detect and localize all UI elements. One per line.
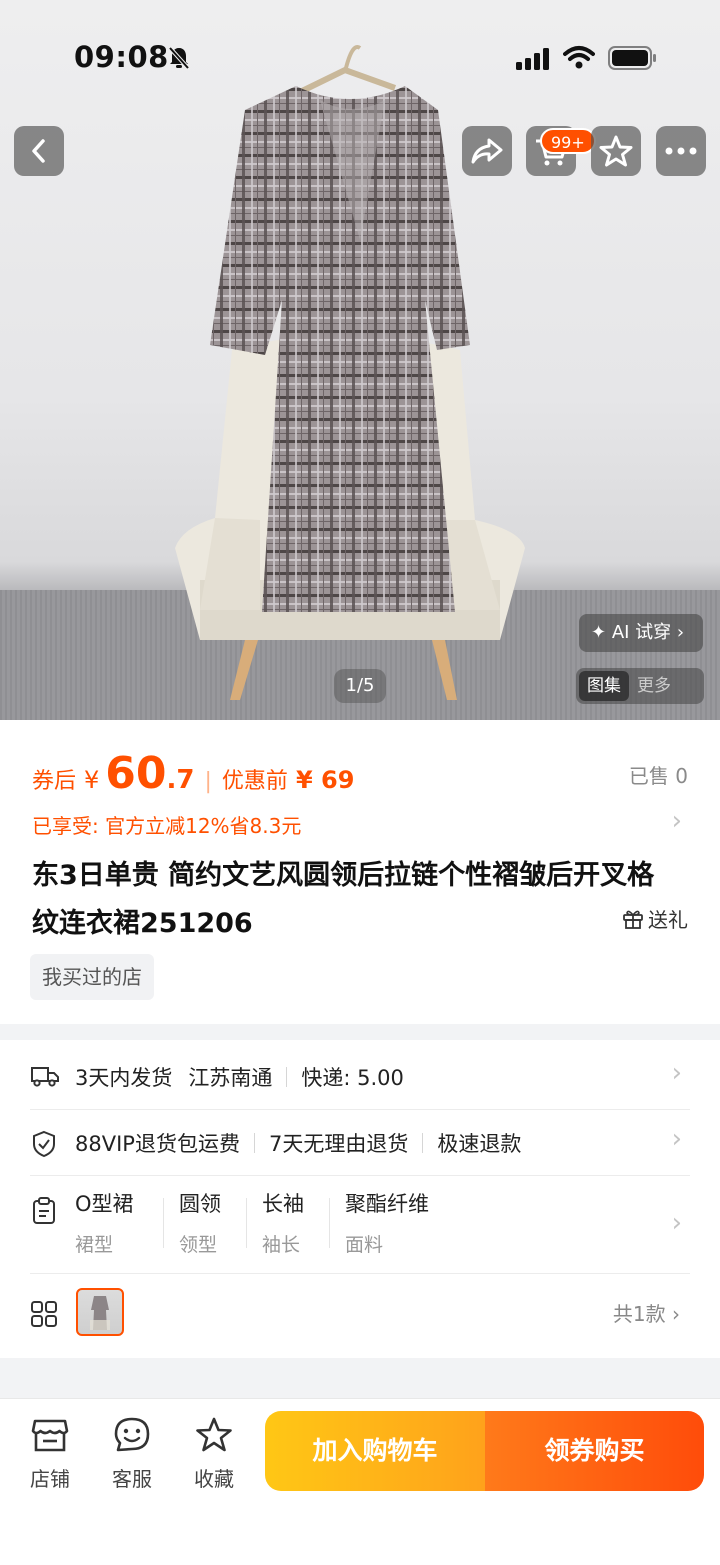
divider [163, 1198, 164, 1248]
sparkle-icon: ✦ [591, 622, 607, 643]
service-refund: 极速退款 [437, 1132, 522, 1156]
bell-muted-icon [168, 46, 190, 70]
gallery-tabs[interactable]: 图集 更多 [576, 668, 704, 704]
status-bar: 09:08 [0, 0, 720, 116]
price-int: 60 [105, 748, 167, 799]
divider [246, 1198, 247, 1248]
service-vip: 88VIP退货包运费 [75, 1132, 240, 1156]
attribute-value: O型裙 [75, 1192, 134, 1216]
price-dec: .7 [166, 765, 195, 795]
variant-count: 共1款 › [612, 1302, 680, 1326]
ship-days: 3天内发货 [75, 1066, 173, 1090]
shipping-row[interactable]: 3天内发货 江苏南通 快递: 5.00 › [30, 1040, 690, 1110]
gift-icon [623, 910, 643, 929]
divider [329, 1198, 330, 1248]
grid-icon [31, 1301, 57, 1327]
more-dots-icon [665, 147, 697, 155]
star-icon [599, 135, 633, 167]
service-row[interactable]: 88VIP退货包运费 7天无理由退货 极速退款 › [30, 1110, 690, 1176]
product-info-card: 券后 ¥ 60 .7 | 优惠前 ¥ 69 已售 0 已享受: 官方立减12%省… [0, 720, 720, 1024]
divider [286, 1067, 288, 1087]
battery-icon [608, 46, 656, 70]
service-return: 7天无理由退货 [268, 1132, 409, 1156]
attribute-value: 圆领 [179, 1192, 221, 1216]
after-coupon-label: 券后 [32, 769, 77, 794]
attribute-collar: 圆领 领型 [179, 1188, 221, 1257]
chevron-right-icon: › [671, 1124, 682, 1154]
currency-symbol: ¥ [84, 766, 100, 794]
attribute-skirt-type: O型裙 裙型 [75, 1188, 134, 1257]
shop-tag: 我买过的店 [30, 954, 154, 1000]
shop-button[interactable]: 店铺 [20, 1417, 80, 1492]
tab-more[interactable]: 更多 [629, 671, 679, 701]
truck-icon [31, 1067, 59, 1087]
attribute-value: 聚酯纤维 [345, 1192, 429, 1216]
chevron-left-icon [32, 139, 45, 163]
discount-detail[interactable]: 已享受: 官方立减12%省8.3元 [32, 810, 301, 839]
chevron-right-icon: › [671, 1058, 682, 1088]
divider [253, 1133, 255, 1153]
bottom-action-bar: 店铺 客服 收藏 加入购物车 领券购买 [0, 1398, 720, 1565]
price-line: 券后 ¥ 60 .7 | 优惠前 ¥ 69 [32, 748, 354, 799]
attribute-key: 领型 [179, 1234, 218, 1256]
back-button[interactable] [14, 126, 64, 176]
attribute-key: 袖长 [262, 1234, 301, 1256]
share-button[interactable] [462, 126, 512, 176]
details-card: 3天内发货 江苏南通 快递: 5.00 › 88VIP退货包运费 7天无理由退货… [0, 1040, 720, 1358]
add-to-cart-button[interactable]: 加入购物车 [265, 1411, 485, 1491]
sold-count: 已售 0 [628, 764, 688, 788]
shop-label: 店铺 [30, 1467, 70, 1491]
variants-row[interactable]: 共1款 › [30, 1274, 690, 1354]
signal-icon [516, 48, 549, 70]
ai-tryon-label: AI 试穿 [611, 622, 672, 643]
chat-face-icon [114, 1417, 150, 1452]
product-image-area[interactable]: 09:08 99+ ✦ AI 试穿 › 1/5 图集 更多 [0, 0, 720, 720]
dress-thumbnail [90, 1296, 110, 1330]
attribute-key: 面料 [345, 1234, 384, 1256]
before-label: 优惠前 [221, 769, 288, 794]
star-icon [196, 1417, 232, 1452]
collect-button[interactable]: 收藏 [184, 1417, 244, 1492]
attribute-fabric: 聚酯纤维 面料 [345, 1188, 429, 1257]
attribute-sleeve: 长袖 袖长 [262, 1188, 304, 1257]
gift-button[interactable]: 送礼 [622, 904, 688, 933]
ship-origin: 江苏南通 [188, 1066, 273, 1090]
shield-check-icon [33, 1130, 55, 1158]
variant-thumbnail[interactable] [76, 1288, 124, 1336]
divider [422, 1133, 424, 1153]
status-time: 09:08 [74, 40, 169, 74]
chevron-right-icon[interactable]: › [672, 806, 682, 836]
tab-gallery[interactable]: 图集 [579, 671, 629, 701]
coupon-buy-button[interactable]: 领券购买 [485, 1411, 704, 1491]
attributes-row[interactable]: O型裙 裙型 圆领 领型 长袖 袖长 聚酯纤维 面料 › [30, 1176, 690, 1274]
store-icon [31, 1419, 69, 1452]
original-price: ¥ 69 [295, 766, 355, 794]
attribute-value: 长袖 [262, 1192, 304, 1216]
customer-service-button[interactable]: 客服 [102, 1417, 162, 1492]
more-button[interactable] [656, 126, 706, 176]
cart-badge: 99+ [540, 128, 596, 154]
ai-tryon-button[interactable]: ✦ AI 试穿 › [579, 614, 703, 652]
gift-label: 送礼 [648, 908, 688, 932]
clipboard-icon [33, 1197, 55, 1224]
image-pager: 1/5 [334, 669, 386, 703]
share-icon [471, 138, 503, 164]
ship-fee: 快递: 5.00 [301, 1066, 404, 1090]
product-title: 东3日单贵 简约文艺风圆领后拉链个性褶皱后开叉格纹连衣裙251206 [32, 860, 655, 939]
wifi-icon [563, 46, 595, 69]
collect-label: 收藏 [194, 1467, 234, 1491]
service-label: 客服 [112, 1467, 152, 1491]
favorite-button[interactable] [591, 126, 641, 176]
price-divider: | [204, 769, 212, 794]
attribute-key: 裙型 [75, 1234, 114, 1256]
chevron-right-icon: › [671, 1208, 682, 1238]
chevron-right-icon: › [676, 622, 685, 643]
